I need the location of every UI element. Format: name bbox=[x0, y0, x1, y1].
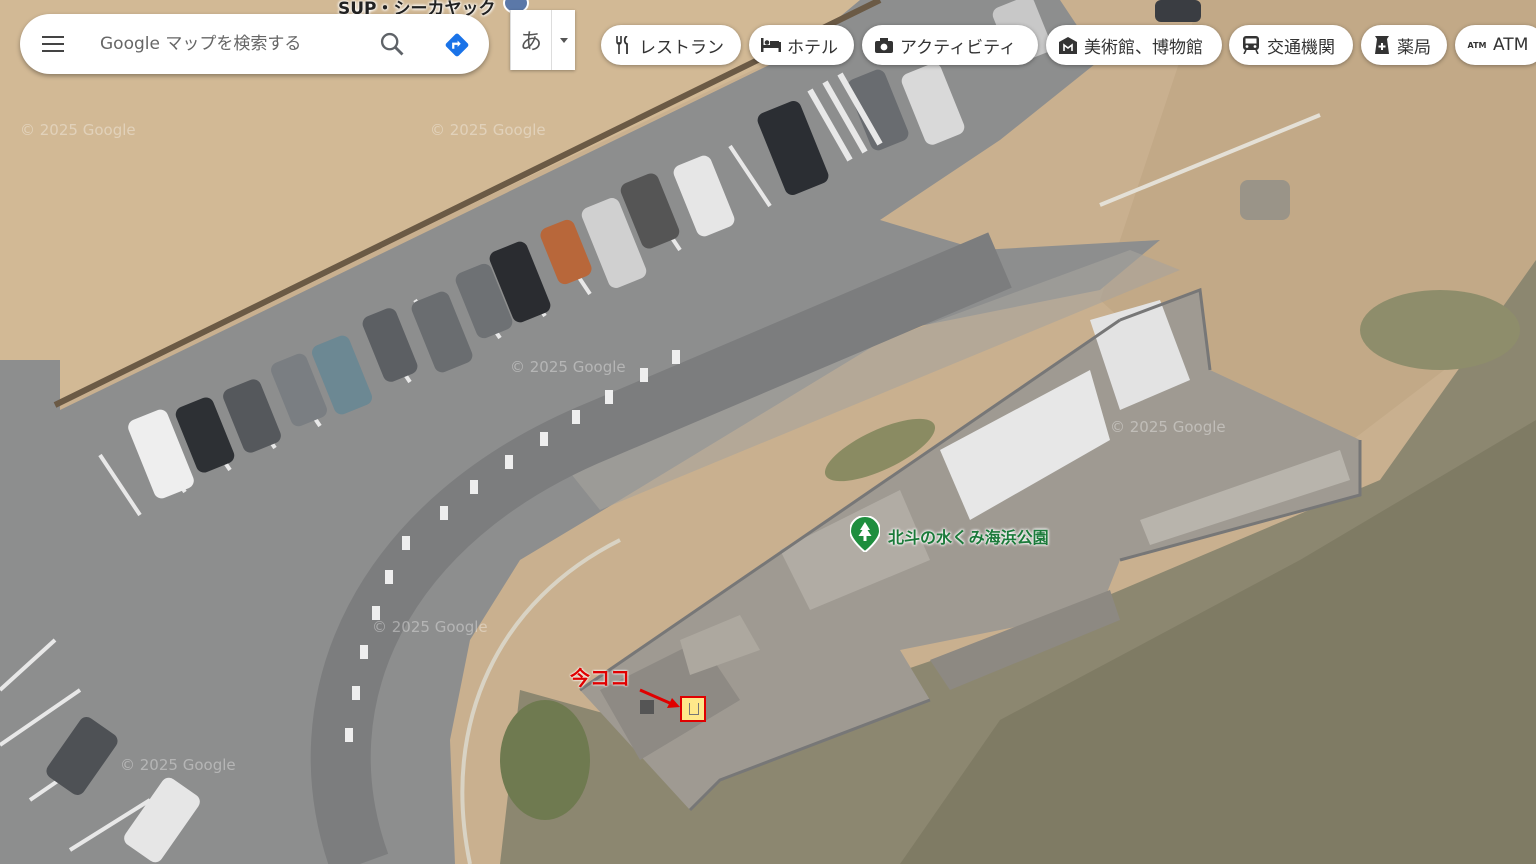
chip-label: レストラン bbox=[639, 37, 724, 58]
chip-activities[interactable]: アクティビティ bbox=[862, 25, 1038, 65]
svg-text:© 2025 Google: © 2025 Google bbox=[430, 121, 546, 139]
chip-label: 交通機関 bbox=[1267, 37, 1335, 58]
chip-atm[interactable]: ATM ATM bbox=[1455, 25, 1536, 65]
chip-pharmacy[interactable]: 薬局 bbox=[1361, 25, 1447, 65]
chip-label: ホテル bbox=[787, 37, 838, 58]
hamburger-menu-icon[interactable] bbox=[42, 29, 72, 59]
park-pin-icon[interactable] bbox=[850, 516, 880, 552]
svg-text:© 2025 Google: © 2025 Google bbox=[120, 756, 236, 774]
chip-label: 美術館、博物館 bbox=[1084, 37, 1203, 58]
pharmacy-icon bbox=[1373, 35, 1391, 55]
magnifier-icon[interactable] bbox=[378, 30, 406, 58]
search-input[interactable] bbox=[98, 25, 362, 63]
park-name-label[interactable]: 北斗の水くみ海浜公園 bbox=[888, 524, 1049, 548]
chip-museum[interactable]: 美術館、博物館 bbox=[1046, 25, 1222, 65]
chip-label: ATM bbox=[1493, 35, 1529, 55]
chip-hotel[interactable]: ホテル bbox=[749, 25, 854, 65]
restroom-marker-icon[interactable] bbox=[680, 696, 706, 722]
svg-text:© 2025 Google: © 2025 Google bbox=[510, 358, 626, 376]
museum-icon bbox=[1058, 35, 1078, 55]
chevron-down-icon[interactable] bbox=[552, 38, 575, 43]
chip-label: アクティビティ bbox=[900, 37, 1017, 58]
current-location-label: 今ココ bbox=[570, 666, 630, 690]
restaurant-icon bbox=[613, 35, 633, 55]
directions-arrow-icon[interactable] bbox=[442, 30, 472, 60]
train-icon bbox=[1241, 35, 1261, 55]
satellite-map[interactable]: © 2025 Google © 2025 Google © 2025 Googl… bbox=[0, 0, 1536, 864]
input-mode-toggle[interactable]: あ bbox=[510, 10, 575, 70]
chip-label: 薬局 bbox=[1397, 37, 1431, 58]
camera-icon bbox=[874, 35, 894, 55]
chip-restaurant[interactable]: レストラン bbox=[601, 25, 741, 65]
hotel-bed-icon bbox=[761, 35, 781, 55]
search-box bbox=[20, 14, 489, 74]
svg-text:© 2025 Google: © 2025 Google bbox=[372, 618, 488, 636]
ime-label: あ bbox=[519, 30, 542, 55]
atm-icon: ATM bbox=[1467, 40, 1487, 50]
svg-text:© 2025 Google: © 2025 Google bbox=[20, 121, 136, 139]
chip-transit[interactable]: 交通機関 bbox=[1229, 25, 1353, 65]
svg-text:© 2025 Google: © 2025 Google bbox=[1110, 418, 1226, 436]
